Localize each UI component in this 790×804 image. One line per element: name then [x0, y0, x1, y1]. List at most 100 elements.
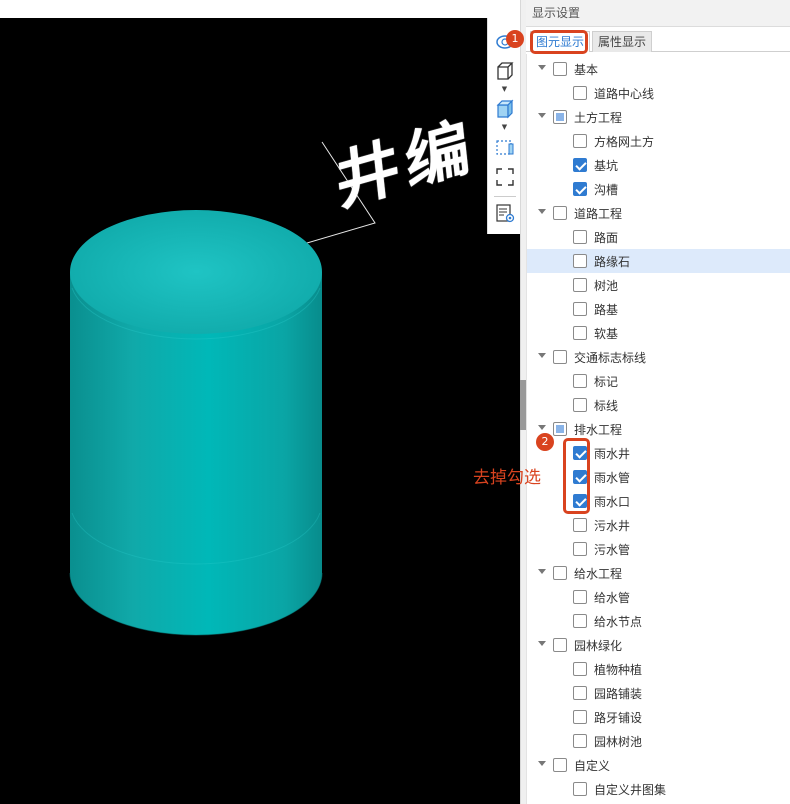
expand-arrow-icon[interactable] [538, 353, 546, 358]
tree-item-label: 园林绿化 [574, 639, 623, 653]
expand-arrow-icon[interactable] [538, 641, 546, 646]
tree-item-label: 给水管 [594, 591, 631, 605]
tree-item-label: 给水节点 [594, 615, 643, 629]
checkbox[interactable] [573, 518, 587, 532]
annotation-instruction: 去掉勾选 [473, 468, 541, 488]
viewport-top-strip [0, 0, 520, 18]
tree-item[interactable]: 基坑 [527, 153, 790, 177]
tree-item[interactable]: 植物种植 [527, 657, 790, 681]
tree-group[interactable]: 道路工程 [527, 201, 790, 225]
tree-item-label: 排水工程 [574, 423, 623, 437]
tree-item-label: 路基 [594, 303, 619, 317]
expand-arrow-icon[interactable] [538, 569, 546, 574]
tree-group[interactable]: 土方工程 [527, 105, 790, 129]
checkbox[interactable] [573, 134, 587, 148]
checkbox[interactable] [553, 110, 567, 124]
expand-arrow-icon[interactable] [538, 761, 546, 766]
tree-item[interactable]: 标线 [527, 393, 790, 417]
tree-item-label: 道路中心线 [594, 87, 655, 101]
checkbox[interactable] [553, 638, 567, 652]
tree-item[interactable]: 路牙铺设 [527, 705, 790, 729]
checkbox[interactable] [553, 350, 567, 364]
tree-item-label: 基坑 [594, 159, 619, 173]
expand-arrow-icon[interactable] [538, 113, 546, 118]
tree-item[interactable]: 方格网土方 [527, 129, 790, 153]
tree-item-label: 给水工程 [574, 567, 623, 581]
box-select-icon[interactable] [492, 134, 518, 160]
checkbox[interactable] [573, 158, 587, 172]
checkbox[interactable] [573, 254, 587, 268]
checkbox[interactable] [573, 374, 587, 388]
checkbox[interactable] [553, 62, 567, 76]
tree-item-label: 路牙铺设 [594, 711, 643, 725]
expand-arrow-icon[interactable] [538, 209, 546, 214]
checkbox[interactable] [573, 710, 587, 724]
checkbox[interactable] [573, 326, 587, 340]
tree-item[interactable]: 给水节点 [527, 609, 790, 633]
tree-group[interactable]: 交通标志标线 [527, 345, 790, 369]
tree-item-label: 自定义 [574, 759, 611, 773]
tree-item-label: 雨水管 [594, 471, 631, 485]
tree-group[interactable]: 园林绿化 [527, 633, 790, 657]
tree-item-label: 方格网土方 [594, 135, 655, 149]
checkbox[interactable] [573, 590, 587, 604]
solid-cube-icon[interactable] [492, 96, 518, 122]
expand-arrow-icon[interactable] [538, 65, 546, 70]
tree-item-label: 园路铺装 [594, 687, 643, 701]
annotation-badge-2: 2 [536, 433, 554, 451]
tree-item-label: 污水管 [594, 543, 631, 557]
fullscreen-icon[interactable] [492, 164, 518, 190]
tree-item[interactable]: 园林树池 [527, 729, 790, 753]
checkbox[interactable] [573, 278, 587, 292]
tree-item[interactable]: 园路铺装 [527, 681, 790, 705]
checkbox[interactable] [573, 662, 587, 676]
panel-title: 显示设置 [526, 0, 790, 27]
display-settings-icon[interactable] [492, 200, 518, 226]
tree-item[interactable]: 路基 [527, 297, 790, 321]
checkbox[interactable] [573, 230, 587, 244]
tree-item[interactable]: 路缘石 [527, 249, 790, 273]
cube-view-icon[interactable] [492, 58, 518, 84]
chevron-down-icon[interactable]: ▼ [488, 85, 521, 93]
tree-item-label: 树池 [594, 279, 619, 293]
checkbox[interactable] [573, 614, 587, 628]
checkbox[interactable] [573, 182, 587, 196]
tree-item[interactable]: 自定义井图集 [527, 777, 790, 801]
tree-item[interactable]: 标记 [527, 369, 790, 393]
tree-item[interactable]: 污水管 [527, 537, 790, 561]
annotation-highlight-checkboxes [563, 438, 590, 514]
checkbox[interactable] [573, 302, 587, 316]
tree-group[interactable]: 自定义 [527, 753, 790, 777]
tab-property-display[interactable]: 属性显示 [592, 31, 653, 52]
tree-group[interactable]: 给水工程 [527, 561, 790, 585]
checkbox[interactable] [573, 86, 587, 100]
tree-group[interactable]: 基本 [527, 57, 790, 81]
tree-item-label: 标记 [594, 375, 619, 389]
checkbox[interactable] [553, 566, 567, 580]
display-settings-panel: 显示设置 图元显示 属性显示 基本 道路中心线 土方工程 方格网土方 基坑 沟槽 道路工程路… [526, 0, 790, 804]
tree-item[interactable]: 道路中心线 [527, 81, 790, 105]
tree-item-label: 路面 [594, 231, 619, 245]
chevron-down-icon[interactable]: ▼ [488, 123, 521, 131]
expand-arrow-icon[interactable] [538, 425, 546, 430]
tree-item[interactable]: 路面 [527, 225, 790, 249]
tree-item[interactable]: 软基 [527, 321, 790, 345]
checkbox[interactable] [573, 686, 587, 700]
checkbox[interactable] [553, 422, 567, 436]
annotation-highlight-tab [530, 30, 588, 54]
3d-viewport[interactable]: 井编 [0, 18, 520, 804]
tree-item[interactable]: 沟槽 [527, 177, 790, 201]
checkbox[interactable] [573, 398, 587, 412]
view-toolbar: ▼ ▼ [487, 18, 520, 234]
tree-item[interactable]: 给水管 [527, 585, 790, 609]
tree-item-label: 沟槽 [594, 183, 619, 197]
tree-item-label: 路缘石 [594, 255, 631, 269]
tree-item[interactable]: 污水井 [527, 513, 790, 537]
checkbox[interactable] [553, 758, 567, 772]
tree-item-label: 道路工程 [574, 207, 623, 221]
checkbox[interactable] [573, 542, 587, 556]
checkbox[interactable] [573, 734, 587, 748]
checkbox[interactable] [553, 206, 567, 220]
checkbox[interactable] [573, 782, 587, 796]
tree-item[interactable]: 树池 [527, 273, 790, 297]
